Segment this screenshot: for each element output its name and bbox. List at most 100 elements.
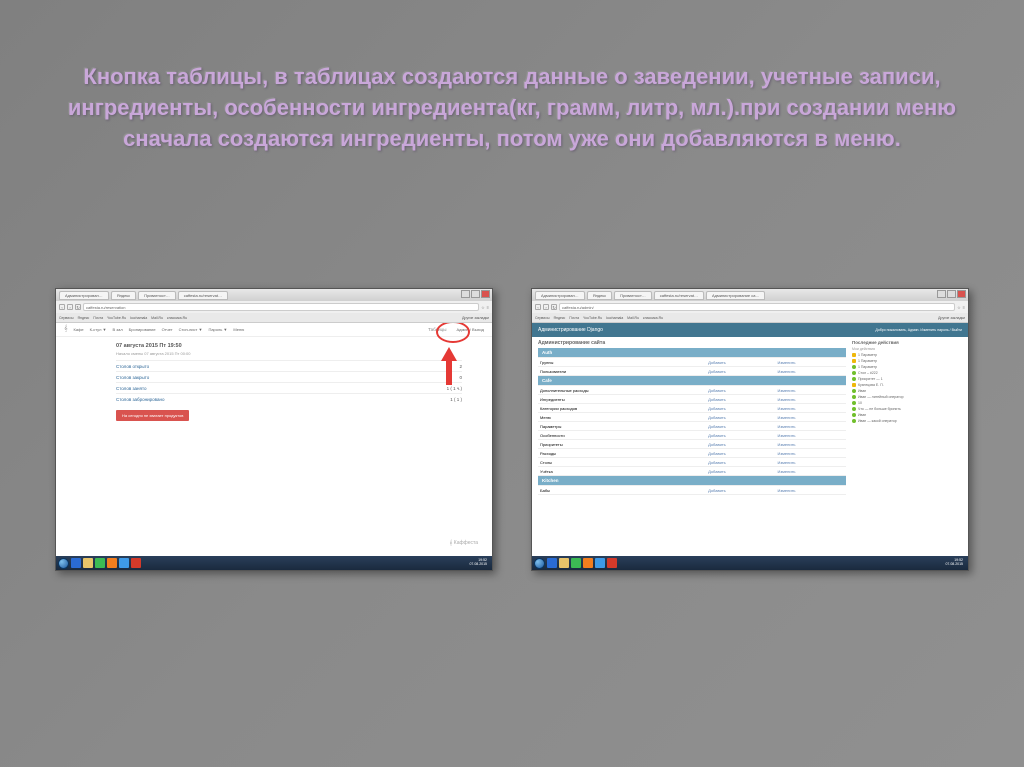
bookmark[interactable]: Почта [93,316,103,320]
bookmark[interactable]: Сервисы [59,316,74,320]
nav-item[interactable]: Пароль ▼ [208,327,227,332]
taskbar-wmp-icon[interactable] [107,558,117,568]
add-link[interactable]: Добавить [708,451,726,456]
nav-item[interactable]: К-стул ▼ [90,327,107,332]
browser-tab[interactable]: Приватност… [138,291,176,300]
close-button[interactable] [481,290,490,298]
taskbar-skype-icon[interactable] [595,558,605,568]
browser-tab[interactable]: Администрирован… [535,291,585,300]
add-link[interactable]: Добавить [708,360,726,365]
browser-tab[interactable]: caffesta.ru/reservat… [178,291,228,300]
bookmark[interactable]: Mail.Ru [151,316,163,320]
bookmark[interactable]: YouTube.Ru [583,316,602,320]
forward-button[interactable]: › [543,304,549,310]
minimize-button[interactable] [937,290,946,298]
taskbar-chrome-icon[interactable] [571,558,581,568]
model-link[interactable]: Группы [540,360,553,365]
bookmark[interactable]: Яндекс [78,316,90,320]
taskbar-chrome-icon[interactable] [95,558,105,568]
change-link[interactable]: Изменить [777,488,795,493]
change-link[interactable]: Изменить [777,451,795,456]
change-link[interactable]: Изменить [777,469,795,474]
model-link[interactable]: Пользователи [540,369,566,374]
add-link[interactable]: Добавить [708,415,726,420]
menu-icon[interactable]: ≡ [963,305,965,310]
change-link[interactable]: Изменить [777,415,795,420]
minimize-button[interactable] [461,290,470,298]
bookmark[interactable]: YouTube.Ru [107,316,126,320]
model-link[interactable]: Меню [540,415,551,420]
model-link[interactable]: Параметры [540,424,561,429]
add-link[interactable]: Добавить [708,424,726,429]
stat-label[interactable]: Столов открыто [116,364,149,369]
address-bar[interactable]: caffesta.ru/admin/ [559,303,955,311]
model-link[interactable]: Столы [540,460,552,465]
exit-link[interactable]: Админ / Выход [457,327,485,332]
add-link[interactable]: Добавить [708,469,726,474]
nav-item[interactable]: В зал [112,327,122,332]
browser-tab[interactable]: Приватност… [614,291,652,300]
taskbar-clock[interactable]: 19:5207.08.2015 [945,559,966,567]
other-bookmarks[interactable]: Другие закладки [462,316,489,320]
back-button[interactable]: ‹ [535,304,541,310]
recent-action[interactable]: Иван — какой оператор [852,418,962,424]
add-link[interactable]: Добавить [708,388,726,393]
bookmark[interactable]: Яндекс [554,316,566,320]
maximize-button[interactable] [471,290,480,298]
browser-tab[interactable]: Яндекс [111,291,136,300]
stat-label[interactable]: Столов закрыто [116,375,149,380]
model-link[interactable]: Дополнительные расходы [540,388,589,393]
change-link[interactable]: Изменить [777,442,795,447]
start-button[interactable] [534,558,545,569]
taskbar-skype-icon[interactable] [119,558,129,568]
forward-button[interactable]: › [67,304,73,310]
model-link[interactable]: Бабы [540,488,550,493]
bookmark[interactable]: Сервисы [535,316,550,320]
nav-item[interactable]: Кафе [74,327,84,332]
add-link[interactable]: Добавить [708,406,726,411]
change-link[interactable]: Изменить [777,388,795,393]
model-link[interactable]: Учётка [540,469,553,474]
model-link[interactable]: Особенности [540,433,565,438]
django-userlinks[interactable]: Добро пожаловать, Админ. Изменить пароль… [875,328,962,332]
change-link[interactable]: Изменить [777,397,795,402]
nav-item[interactable]: Стоп-лист ▼ [179,327,203,332]
model-link[interactable]: Ингредиенты [540,397,565,402]
other-bookmarks[interactable]: Другие закладки [938,316,965,320]
change-link[interactable]: Изменить [777,460,795,465]
add-link[interactable]: Добавить [708,433,726,438]
change-link[interactable]: Изменить [777,406,795,411]
address-bar[interactable]: caffesta.ru/reservation [83,303,479,311]
bookmark-star-icon[interactable]: ☆ [481,305,485,310]
start-button[interactable] [58,558,69,569]
taskbar-ie-icon[interactable] [547,558,557,568]
add-link[interactable]: Добавить [708,397,726,402]
stat-label[interactable]: Столов забронировано [116,397,164,402]
taskbar-folder-icon[interactable] [559,558,569,568]
taskbar-ie-icon[interactable] [71,558,81,568]
change-link[interactable]: Изменить [777,424,795,429]
add-link[interactable]: Добавить [708,460,726,465]
add-link[interactable]: Добавить [708,442,726,447]
nav-item[interactable]: Отчет [162,327,173,332]
bookmark[interactable]: Почта [569,316,579,320]
bookmark-star-icon[interactable]: ☆ [957,305,961,310]
model-link[interactable]: Расходы [540,451,556,456]
reload-button[interactable]: ↻ [75,304,81,310]
back-button[interactable]: ‹ [59,304,65,310]
change-link[interactable]: Изменить [777,369,795,374]
nav-item[interactable]: Бронирование [129,327,156,332]
model-link[interactable]: Приоритеты [540,442,563,447]
close-button[interactable] [957,290,966,298]
taskbar-clock[interactable]: 19:5207.08.2015 [469,559,490,567]
add-link[interactable]: Добавить [708,488,726,493]
change-link[interactable]: Изменить [777,360,795,365]
nav-item[interactable]: Меню [233,327,244,332]
stat-label[interactable]: Столов занято [116,386,147,391]
taskbar-folder-icon[interactable] [83,558,93,568]
model-link[interactable]: Категории расходов [540,406,577,411]
browser-tab[interactable]: caffesta.ru/reservat… [654,291,704,300]
change-link[interactable]: Изменить [777,433,795,438]
bookmark[interactable]: Mail.Ru [627,316,639,320]
shortage-alert-button[interactable]: На сегодня не хватает продуктов [116,410,189,421]
